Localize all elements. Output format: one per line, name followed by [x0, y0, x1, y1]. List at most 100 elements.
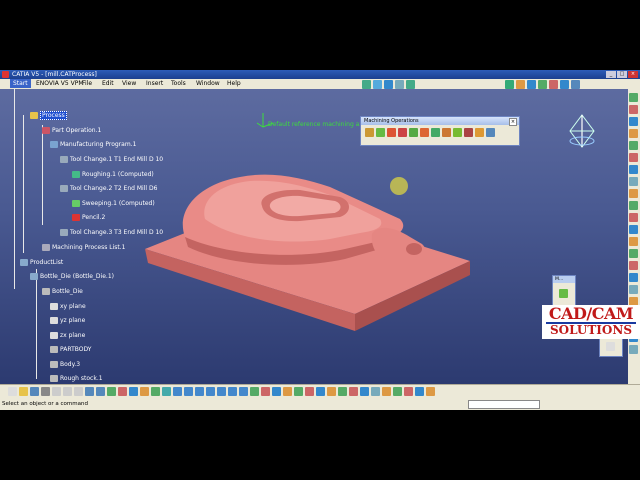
tree-item-part-operation[interactable]: Part Operation.1	[42, 127, 101, 135]
rtool-icon-15[interactable]	[629, 261, 638, 270]
tree-item-zx-plane[interactable]: zx plane	[50, 332, 85, 340]
shading-icon[interactable]	[261, 387, 270, 396]
swap-visible-icon[interactable]	[283, 387, 292, 396]
rtool-icon-5[interactable]	[629, 141, 638, 150]
normal-view-icon[interactable]	[405, 80, 415, 89]
tree-item-manufacturing-program[interactable]: Manufacturing Program.1	[50, 141, 136, 149]
save-icon[interactable]	[30, 387, 39, 396]
rtool-icon-11[interactable]	[629, 213, 638, 222]
menu-file[interactable]: File	[82, 79, 92, 89]
zoom-out-icon[interactable]	[217, 387, 226, 396]
contour-op-icon[interactable]	[398, 128, 407, 137]
command-input[interactable]	[468, 400, 540, 409]
profile-op-icon[interactable]	[442, 128, 451, 137]
whats-this-icon[interactable]	[107, 387, 116, 396]
tool-icon-c[interactable]	[526, 80, 536, 89]
tree-item-partbody[interactable]: PARTBODY	[50, 346, 91, 354]
tool-icon-k[interactable]	[151, 387, 160, 396]
pencil-op-icon[interactable]	[409, 128, 418, 137]
maximize-button[interactable]: □	[617, 71, 627, 78]
rtool-icon-10[interactable]	[629, 201, 638, 210]
roughing-op-icon[interactable]	[365, 128, 374, 137]
tool-icon-q[interactable]	[349, 387, 358, 396]
menu-enovia[interactable]: ENOVIA V5 VPM	[36, 79, 84, 89]
tool-icon-a[interactable]	[505, 80, 514, 89]
zoom-icon[interactable]	[394, 80, 404, 89]
tree-item-sweeping[interactable]: Sweeping.1 (Computed)	[72, 200, 155, 208]
tool-icon-e[interactable]	[548, 80, 558, 89]
hide-show-icon[interactable]	[272, 387, 281, 396]
tool-icon-m[interactable]	[305, 387, 314, 396]
compass-icon[interactable]	[564, 111, 600, 155]
menu-window[interactable]: Window	[196, 79, 220, 89]
rtool-icon-12[interactable]	[629, 225, 638, 234]
tool-icon-t[interactable]	[382, 387, 391, 396]
tree-item-rough-stock[interactable]: Rough stock.1	[50, 375, 103, 383]
copy-icon[interactable]	[63, 387, 72, 396]
floating-toolbar-1-title[interactable]: M...	[553, 276, 575, 283]
view-icon[interactable]	[362, 80, 371, 89]
tree-item-bottle-die[interactable]: Bottle_Die	[42, 288, 83, 296]
operation-icon-12[interactable]	[486, 128, 495, 137]
menu-help[interactable]: Help	[227, 79, 241, 89]
fit-all-icon[interactable]	[372, 80, 382, 89]
toolbar-icon-d[interactable]	[606, 342, 615, 351]
close-icon[interactable]: ×	[509, 118, 517, 126]
rtool-icon-9[interactable]	[629, 189, 638, 198]
rtool-icon-16[interactable]	[629, 273, 638, 282]
new-icon[interactable]	[8, 387, 17, 396]
tool-icon-f[interactable]	[559, 80, 569, 89]
rtool-icon-4[interactable]	[629, 129, 638, 138]
tool-icon-v[interactable]	[404, 387, 413, 396]
tool-icon-u[interactable]	[393, 387, 402, 396]
tool-icon-g[interactable]	[570, 80, 580, 89]
tool-icon-b[interactable]	[515, 80, 525, 89]
iso-view-icon[interactable]	[250, 387, 259, 396]
zlevel-op-icon[interactable]	[387, 128, 396, 137]
menu-insert[interactable]: Insert	[146, 79, 163, 89]
tool-icon-s[interactable]	[371, 387, 380, 396]
tree-item-pencil[interactable]: Pencil.2	[72, 214, 105, 222]
sweeping-op-icon[interactable]	[376, 128, 385, 137]
rtool-icon-7[interactable]	[629, 165, 638, 174]
menu-tools[interactable]: Tools	[171, 79, 186, 89]
cut-icon[interactable]	[52, 387, 61, 396]
fly-icon[interactable]	[162, 387, 171, 396]
normal-view-bottom-icon[interactable]	[228, 387, 237, 396]
menu-start[interactable]: Start	[10, 79, 31, 88]
menu-view[interactable]: View	[122, 79, 136, 89]
tree-item-tool-change-3[interactable]: Tool Change.3 T3 End Mill D 10	[60, 229, 163, 237]
drill-op-icon[interactable]	[464, 128, 473, 137]
minimize-button[interactable]: _	[606, 71, 616, 78]
rtool-icon-6[interactable]	[629, 153, 638, 162]
rotate-icon[interactable]	[383, 80, 393, 89]
close-button[interactable]: ×	[628, 71, 638, 78]
tool-icon-h[interactable]	[118, 387, 127, 396]
tool-icon-n[interactable]	[316, 387, 325, 396]
tool-icon-j[interactable]	[140, 387, 149, 396]
isoparametric-op-icon[interactable]	[431, 128, 440, 137]
rtool-icon-14[interactable]	[629, 249, 638, 258]
tree-item-roughing[interactable]: Roughing.1 (Computed)	[72, 171, 154, 179]
paste-icon[interactable]	[74, 387, 83, 396]
tree-item-yz-plane[interactable]: yz plane	[50, 317, 85, 325]
tool-icon-p[interactable]	[338, 387, 347, 396]
tool-icon-x[interactable]	[426, 387, 435, 396]
tree-item-tool-change-2[interactable]: Tool Change.2 T2 End Mill D6	[60, 185, 157, 193]
cusp-op-icon[interactable]	[453, 128, 462, 137]
tool-icon-d[interactable]	[537, 80, 547, 89]
rtool-icon-2[interactable]	[629, 105, 638, 114]
tree-item-process[interactable]: Process	[30, 111, 67, 120]
tool-icon-o[interactable]	[327, 387, 336, 396]
tree-item-process-list[interactable]: Machining Process List.1	[42, 244, 126, 252]
operation-icon-11[interactable]	[475, 128, 484, 137]
multi-view-icon[interactable]	[239, 387, 248, 396]
rtool-icon-22[interactable]	[629, 345, 638, 354]
rtool-icon-17[interactable]	[629, 285, 638, 294]
rtool-icon-8[interactable]	[629, 177, 638, 186]
menu-edit[interactable]: Edit	[102, 79, 114, 89]
zoom-in-icon[interactable]	[206, 387, 215, 396]
tree-item-bottle-die-instance[interactable]: Bottle_Die (Bottle_Die.1)	[30, 273, 114, 281]
tool-icon-l[interactable]	[294, 387, 303, 396]
rtool-icon-1[interactable]	[629, 93, 638, 102]
